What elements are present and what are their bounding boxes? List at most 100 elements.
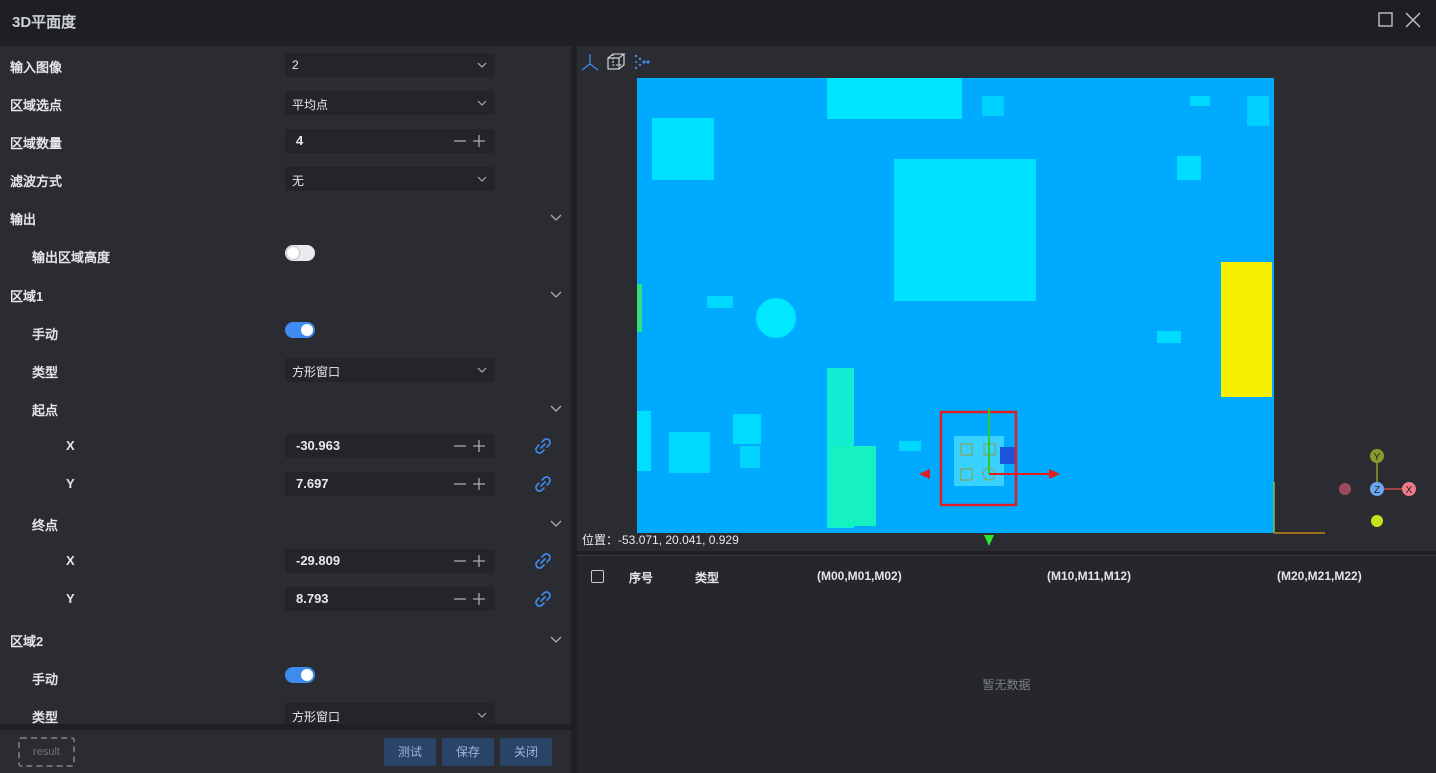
stepper-value[interactable]: 4: [296, 133, 303, 148]
section-region1[interactable]: 区域1: [0, 275, 571, 313]
param-row-output-region-height: 输出区域高度: [0, 236, 571, 274]
minus-icon[interactable]: [452, 438, 468, 454]
param-label: Y: [66, 591, 75, 606]
output-region-height-toggle[interactable]: [285, 245, 315, 261]
chevron-down-icon[interactable]: [548, 632, 564, 646]
stepper-value[interactable]: -29.809: [296, 553, 340, 568]
save-button[interactable]: 保存: [442, 738, 494, 766]
section-region1-start[interactable]: 起点: [0, 389, 571, 427]
param-row-region2-type: 类型 方形窗口: [0, 696, 571, 724]
param-label: 区域选点: [10, 98, 63, 113]
param-label: 手动: [32, 327, 59, 342]
minus-icon[interactable]: [452, 476, 468, 492]
param-row-region1-type: 类型 方形窗口: [0, 351, 571, 389]
param-label: X: [66, 553, 75, 568]
plus-icon[interactable]: [471, 476, 487, 492]
column-header-row0[interactable]: (M00,M01,M02): [817, 569, 902, 583]
select-all-checkbox[interactable]: [591, 570, 604, 583]
param-label: 滤波方式: [10, 174, 63, 189]
section-label: 输出: [10, 212, 37, 227]
region1-end-x-stepper[interactable]: -29.809: [285, 549, 495, 573]
panel-footer: result 测试 保存 关闭: [0, 730, 571, 773]
selection-marker: [1000, 447, 1016, 464]
orientation-x-label: X: [1406, 485, 1413, 496]
orientation-neg-x-dot[interactable]: [1339, 483, 1351, 495]
region1-start-x-stepper[interactable]: -30.963: [285, 434, 495, 458]
chevron-down-icon: [477, 712, 487, 718]
stepper-value[interactable]: 8.793: [296, 591, 329, 606]
plus-icon[interactable]: [471, 553, 487, 569]
section-label: 终点: [32, 518, 59, 533]
chevron-down-icon[interactable]: [548, 287, 564, 301]
3d-viewer[interactable]: Y X Z 位置：-53.071, 20.041, 0.929: [577, 46, 1436, 551]
section-label: 起点: [32, 403, 59, 418]
table-header: 序号 类型 (M00,M01,M02) (M10,M11,M12) (M20,M…: [577, 556, 1436, 596]
column-header-row1[interactable]: (M10,M11,M12): [1047, 569, 1131, 583]
minus-icon[interactable]: [452, 553, 468, 569]
link-icon[interactable]: [533, 474, 553, 494]
region1-end-y-stepper[interactable]: 8.793: [285, 587, 495, 611]
column-header-row2[interactable]: (M20,M21,M22): [1277, 569, 1362, 583]
component-block: [669, 432, 710, 473]
stepper-value[interactable]: 7.697: [296, 476, 329, 491]
region2-type-select[interactable]: 方形窗口: [285, 703, 495, 724]
gizmo-arrow[interactable]: [984, 535, 994, 546]
result-output-box[interactable]: result: [18, 737, 75, 767]
select-value: 方形窗口: [292, 365, 341, 379]
param-label: X: [66, 438, 75, 453]
region1-type-select[interactable]: 方形窗口: [285, 358, 495, 382]
region1-manual-toggle[interactable]: [285, 322, 315, 338]
plus-icon[interactable]: [471, 133, 487, 149]
column-header-type[interactable]: 类型: [695, 569, 719, 586]
link-icon[interactable]: [533, 589, 553, 609]
chevron-down-icon[interactable]: [548, 401, 564, 415]
component-pad: [756, 298, 796, 338]
stepper-value[interactable]: -30.963: [296, 438, 340, 453]
param-row-region1-end-y: Y 8.793: [0, 580, 571, 618]
chevron-down-icon[interactable]: [548, 210, 564, 224]
close-button[interactable]: 关闭: [500, 738, 552, 766]
region2-manual-toggle[interactable]: [285, 667, 315, 683]
cursor-position-readout: 位置：-53.071, 20.041, 0.929: [582, 531, 739, 548]
region-count-stepper[interactable]: 4: [285, 129, 495, 153]
title-bar: 3D平面度: [0, 0, 1436, 40]
param-row-region1-end-x: X -29.809: [0, 542, 571, 580]
empty-state-text: 暂无数据: [982, 678, 1031, 692]
plus-icon[interactable]: [471, 438, 487, 454]
position-value: -53.071, 20.041, 0.929: [618, 533, 739, 547]
param-label: 类型: [32, 710, 59, 724]
filter-select[interactable]: 无: [285, 167, 495, 191]
section-region1-end[interactable]: 终点: [0, 504, 571, 542]
parameter-panel: 输入图像 2 区域选点 平均点 区域数量 4 滤波方式 无 输出 输出区域高度: [0, 46, 571, 724]
column-header-index[interactable]: 序号: [629, 569, 653, 586]
region1-start-y-stepper[interactable]: 7.697: [285, 472, 495, 496]
component-pad: [1177, 156, 1201, 180]
test-button[interactable]: 测试: [384, 738, 436, 766]
region-select-select[interactable]: 平均点: [285, 91, 495, 115]
param-label: 区域数量: [10, 136, 63, 151]
param-row-region1-start-x: X -30.963: [0, 427, 571, 465]
close-icon[interactable]: [1403, 10, 1423, 30]
link-icon[interactable]: [533, 551, 553, 571]
result-placeholder: result: [33, 746, 60, 758]
chevron-down-icon: [477, 367, 487, 373]
input-image-select[interactable]: 2: [285, 53, 495, 77]
maximize-icon[interactable]: [1376, 10, 1396, 30]
plus-icon[interactable]: [471, 591, 487, 607]
component-block: [652, 118, 714, 180]
component-pad: [982, 96, 1004, 116]
orientation-neg-y-dot[interactable]: [1371, 515, 1383, 527]
section-output[interactable]: 输出: [0, 198, 571, 236]
chip-block: [894, 159, 1036, 301]
param-label: 输入图像: [10, 60, 63, 75]
component-pad: [1247, 96, 1269, 126]
minus-icon[interactable]: [452, 591, 468, 607]
orientation-y-label: Y: [1374, 452, 1381, 463]
section-label: 区域2: [10, 634, 44, 649]
minus-icon[interactable]: [452, 133, 468, 149]
component-block: [733, 414, 761, 444]
section-region2[interactable]: 区域2: [0, 620, 571, 658]
link-icon[interactable]: [533, 436, 553, 456]
orientation-z-label: Z: [1374, 485, 1380, 496]
chevron-down-icon[interactable]: [548, 516, 564, 530]
